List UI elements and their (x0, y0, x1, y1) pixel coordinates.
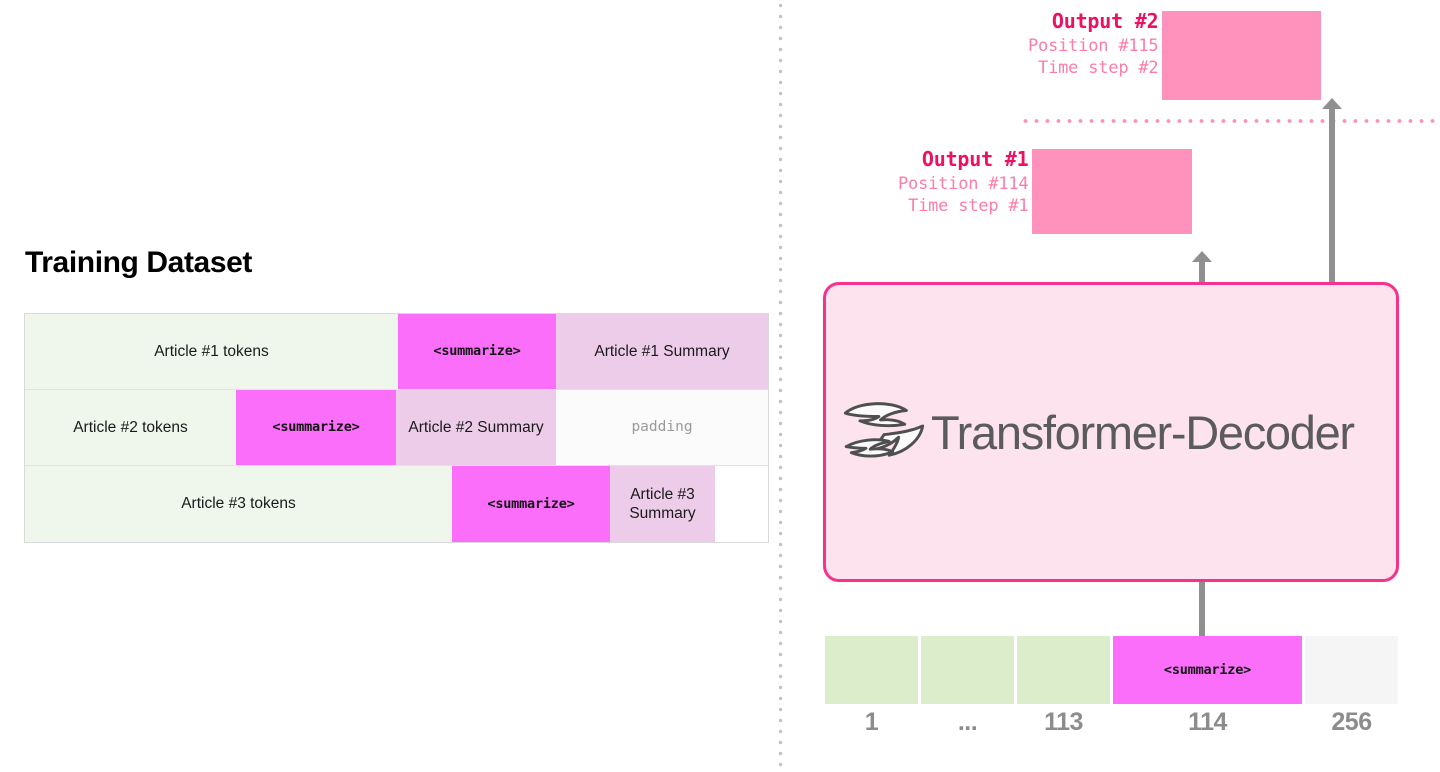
table-cell-tokens: Article #2 tokens (25, 390, 236, 465)
line-input-to-decoder (1199, 582, 1205, 636)
input-position-label: 114 (1188, 708, 1227, 736)
input-token-cell (921, 636, 1014, 704)
table-cell-tokens: Article #1 tokens (25, 314, 398, 389)
transformer-decoder-block: Transformer-Decoder (823, 282, 1399, 582)
diagram-canvas: Training Dataset Article #1 tokens <summa… (0, 0, 1440, 772)
table-row: Article #1 tokens <summarize> Article #1 S… (25, 314, 768, 390)
output-2-box (1162, 11, 1322, 100)
input-position-label: 256 (1331, 708, 1372, 736)
table-cell-summary: Article #2 Summary (396, 390, 556, 465)
timestep-separator (1020, 119, 1440, 123)
input-token-cell: <summarize> (1113, 636, 1302, 704)
output-2-position: Position #115 (1028, 35, 1159, 56)
output-2-group: Output #2 Position #115 Time step #2 (1028, 8, 1322, 100)
output-1-title: Output #1 (921, 147, 1029, 171)
training-dataset-panel: Training Dataset Article #1 tokens <summa… (0, 0, 778, 772)
table-cell-summary: Article #3 Summary (610, 466, 715, 542)
training-dataset-table: Article #1 tokens <summarize> Article #1 S… (24, 313, 769, 543)
table-cell-sumtoken: <summarize> (398, 314, 556, 389)
output-2-title: Output #2 (1051, 9, 1159, 33)
input-position-label: 113 (1044, 708, 1083, 736)
input-token-cell (825, 636, 918, 704)
table-cell-sumtoken: <summarize> (452, 466, 610, 542)
input-position-label: ... (957, 708, 978, 736)
input-token-strip: <summarize> (825, 636, 1398, 704)
output-1-group: Output #1 Position #114 Time step #1 (898, 146, 1193, 234)
transformer-bird-logo-icon (841, 395, 927, 469)
output-1-labels: Output #1 Position #114 Time step #1 (898, 146, 1030, 218)
table-row: Article #3 tokens <summarize> Article #3 S… (25, 466, 768, 542)
decoder-brand: Transformer-Decoder (841, 395, 1355, 469)
output-1-position: Position #114 (898, 173, 1029, 194)
table-cell-padding: padding (556, 390, 768, 465)
table-row: Article #2 tokens <summarize> Article #2 S… (25, 390, 768, 466)
table-cell-sumtoken: <summarize> (236, 390, 396, 465)
table-cell-tokens: Article #3 tokens (25, 466, 452, 542)
arrow-decoder-to-output-2 (1322, 98, 1342, 283)
table-cell-summary: Article #1 Summary (556, 314, 768, 389)
input-token-cell (1017, 636, 1110, 704)
input-token-cell (1305, 636, 1398, 704)
output-2-timestep: Time step #2 (1038, 58, 1159, 79)
page-title: Training Dataset (25, 246, 252, 279)
inference-panel: Output #2 Position #115 Time step #2 Out… (778, 0, 1440, 772)
output-1-timestep: Time step #1 (908, 196, 1029, 217)
decoder-label: Transformer-Decoder (931, 405, 1355, 459)
table-cell-blank (715, 466, 768, 542)
output-2-labels: Output #2 Position #115 Time step #2 (1028, 8, 1160, 80)
input-position-labels: 1... 113 114 256 (825, 708, 1398, 737)
output-1-box (1032, 149, 1193, 234)
input-position-label: 1 (864, 708, 879, 736)
arrow-decoder-to-output-1 (1192, 251, 1212, 283)
